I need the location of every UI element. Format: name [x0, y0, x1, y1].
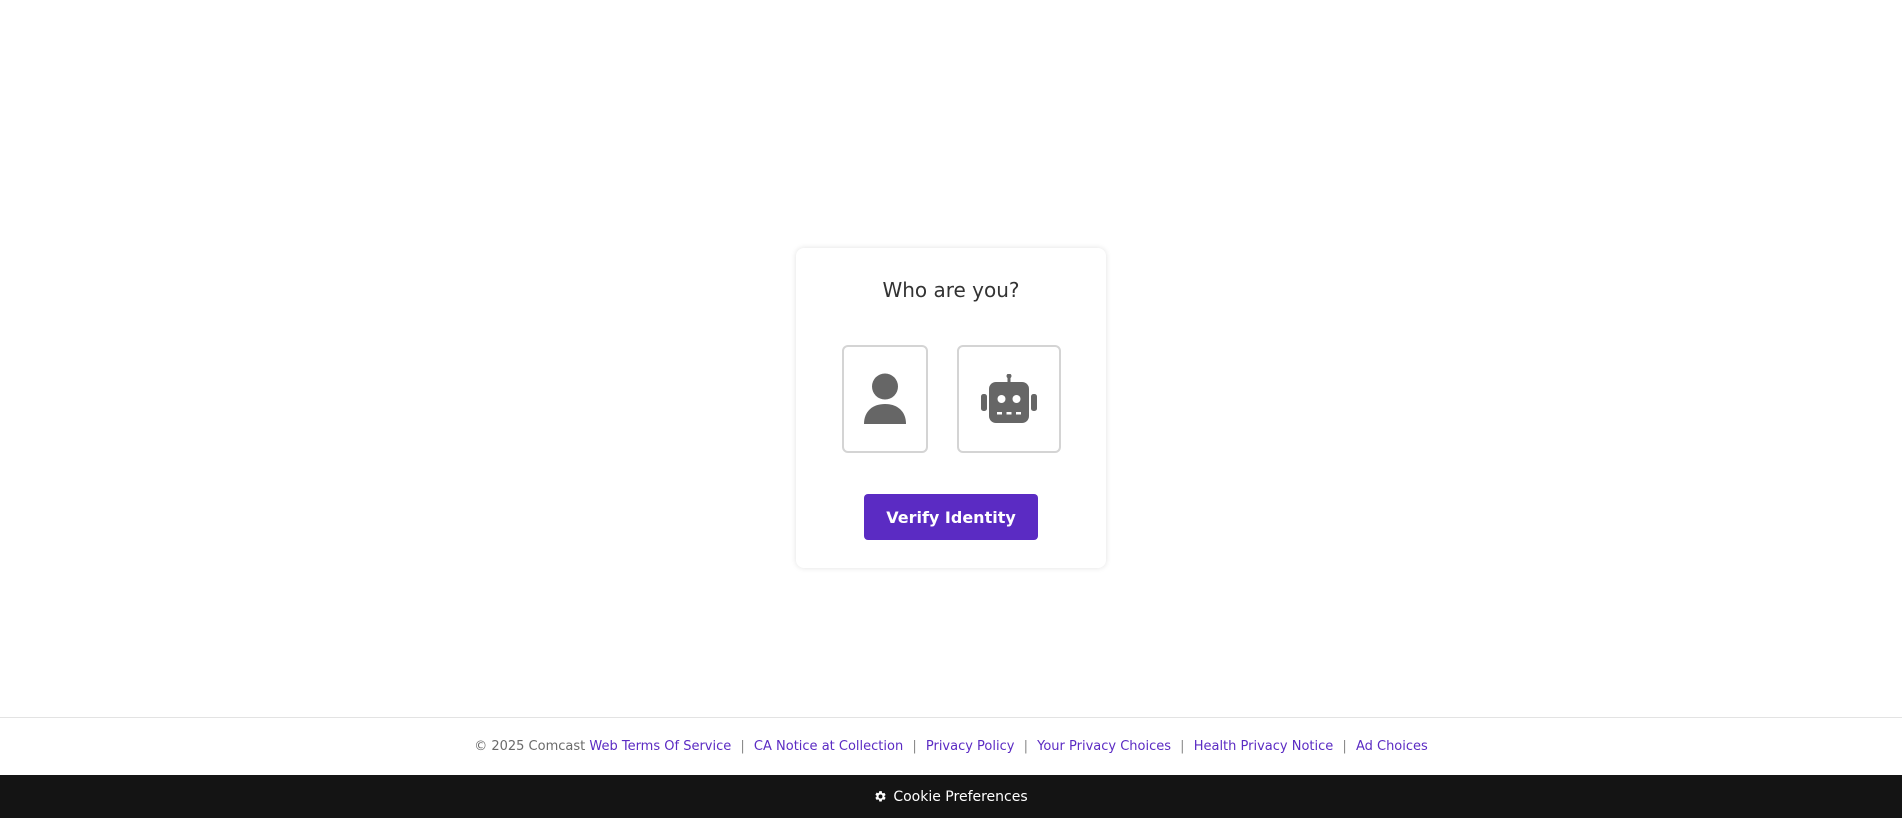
human-choice-button[interactable]	[842, 345, 928, 453]
footer-separator: |	[740, 739, 745, 754]
footer-link-web-terms[interactable]: Web Terms Of Service	[589, 739, 731, 754]
footer-separator: |	[1342, 739, 1347, 754]
verify-identity-button[interactable]: Verify Identity	[864, 494, 1038, 540]
footer-separator: |	[1023, 739, 1028, 754]
footer-link-ad-choices[interactable]: Ad Choices	[1356, 739, 1428, 754]
card-title: Who are you?	[882, 278, 1020, 302]
footer-link-ca-notice[interactable]: CA Notice at Collection	[754, 739, 903, 754]
robot-choice-button[interactable]	[957, 345, 1061, 453]
robot-icon	[981, 374, 1037, 423]
cookie-preferences-label: Cookie Preferences	[893, 788, 1028, 805]
cookie-bar: Cookie Preferences	[0, 775, 1902, 818]
footer-link-health-privacy[interactable]: Health Privacy Notice	[1194, 739, 1334, 754]
footer-divider	[0, 717, 1902, 718]
footer-separator: |	[912, 739, 917, 754]
footer-link-privacy-choices[interactable]: Your Privacy Choices	[1037, 739, 1171, 754]
person-icon	[864, 373, 906, 424]
page: Who are you? Verify Identity © 2025 Comc…	[0, 0, 1902, 818]
footer-separator: |	[1180, 739, 1185, 754]
gear-icon	[875, 791, 886, 802]
footer-links: © 2025 Comcast Web Terms Of Service | CA…	[0, 737, 1902, 757]
verification-card: Who are you? Verify Identity	[796, 248, 1106, 568]
cookie-preferences-button[interactable]: Cookie Preferences	[874, 788, 1028, 805]
copyright-text: © 2025 Comcast	[474, 739, 586, 754]
footer-link-privacy-policy[interactable]: Privacy Policy	[926, 739, 1015, 754]
